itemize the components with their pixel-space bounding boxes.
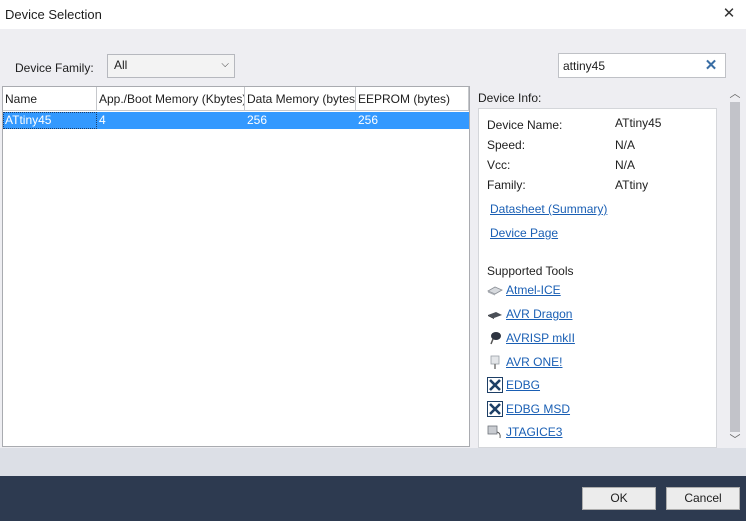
ok-button[interactable]: OK xyxy=(582,487,656,510)
table-header: Name App./Boot Memory (Kbytes) Data Memo… xyxy=(3,87,469,111)
column-header-eeprom[interactable]: EEPROM (bytes) xyxy=(356,87,469,111)
scroll-up-icon[interactable]: ︿ xyxy=(726,86,744,102)
cancel-button[interactable]: Cancel xyxy=(666,487,740,510)
datasheet-link[interactable]: Datasheet (Summary) xyxy=(490,202,607,216)
window-title: Device Selection xyxy=(5,7,102,22)
tool-name: AVR ONE! xyxy=(506,355,563,369)
column-header-app-memory[interactable]: App./Boot Memory (Kbytes) xyxy=(97,87,245,111)
edbg-msd-icon xyxy=(487,401,503,417)
tool-name: EDBG xyxy=(506,378,541,392)
tool-avrisp-mkii[interactable]: AVRISP mkII xyxy=(487,330,687,348)
scroll-down-icon[interactable]: ﹀ xyxy=(726,432,744,448)
info-scrollbar[interactable]: ︿ ﹀ xyxy=(726,86,744,448)
tool-jtagice3[interactable]: JTAGICE3 xyxy=(487,424,687,442)
tool-name: Atmel-ICE xyxy=(506,283,561,297)
device-info-panel: Device Name: ATtiny45 Speed: N/A Vcc: N/… xyxy=(478,108,717,448)
jtagice3-icon xyxy=(487,425,501,439)
title-bar: Device Selection ✕ xyxy=(0,0,746,29)
vcc-key: Vcc: xyxy=(487,158,511,172)
tool-edbg[interactable]: EDBG xyxy=(487,377,687,395)
close-icon[interactable]: ✕ xyxy=(718,3,740,25)
tool-atmel-ice[interactable]: Atmel-ICE xyxy=(487,282,687,300)
tool-name: AVR Dragon xyxy=(506,307,573,321)
cell-eeprom: 256 xyxy=(358,113,379,127)
dialog-footer: OK Cancel xyxy=(0,476,746,521)
avr-one-icon xyxy=(490,355,500,369)
device-family-value: All xyxy=(114,58,128,72)
speed-value: N/A xyxy=(615,138,636,152)
search-input[interactable] xyxy=(563,57,703,74)
tool-name: JTAGICE3 xyxy=(506,425,563,439)
edbg-icon xyxy=(487,377,503,393)
device-table: Name App./Boot Memory (Kbytes) Data Memo… xyxy=(2,86,470,447)
family-key: Family: xyxy=(487,178,526,192)
tool-avr-one[interactable]: AVR ONE! xyxy=(487,354,687,372)
chevron-down-icon: ⌵ xyxy=(221,59,229,70)
vcc-value: N/A xyxy=(615,158,636,172)
tool-name: AVRISP mkII xyxy=(506,331,575,345)
device-info-label: Device Info: xyxy=(478,91,542,105)
tool-avr-dragon[interactable]: AVR Dragon xyxy=(487,306,687,324)
speed-key: Speed: xyxy=(487,138,526,152)
device-page-link[interactable]: Device Page xyxy=(490,226,558,240)
table-row[interactable]: ATtiny45 4 256 256 xyxy=(3,112,469,129)
cell-app-memory: 4 xyxy=(99,113,106,127)
device-family-label: Device Family: xyxy=(15,61,94,75)
device-name-value: ATtiny45 xyxy=(615,116,662,130)
tool-edbg-msd[interactable]: EDBG MSD xyxy=(487,401,687,419)
search-box[interactable]: ✕ xyxy=(558,53,726,78)
family-value: ATtiny xyxy=(615,178,649,192)
cell-name: ATtiny45 xyxy=(3,112,97,129)
clear-search-icon[interactable]: ✕ xyxy=(703,57,719,74)
cell-data-memory: 256 xyxy=(247,113,268,127)
avr-dragon-icon xyxy=(488,312,502,319)
avrisp-icon xyxy=(490,332,501,345)
device-family-select[interactable]: All ⌵ xyxy=(107,54,235,78)
scrollbar-thumb[interactable] xyxy=(730,102,740,432)
column-header-name[interactable]: Name xyxy=(3,87,97,111)
column-header-data-memory[interactable]: Data Memory (bytes) xyxy=(245,87,356,111)
supported-tools-heading: Supported Tools xyxy=(487,264,574,278)
device-name-key: Device Name: xyxy=(487,118,563,132)
atmel-ice-icon xyxy=(487,286,503,296)
tool-name: EDBG MSD xyxy=(506,402,571,416)
